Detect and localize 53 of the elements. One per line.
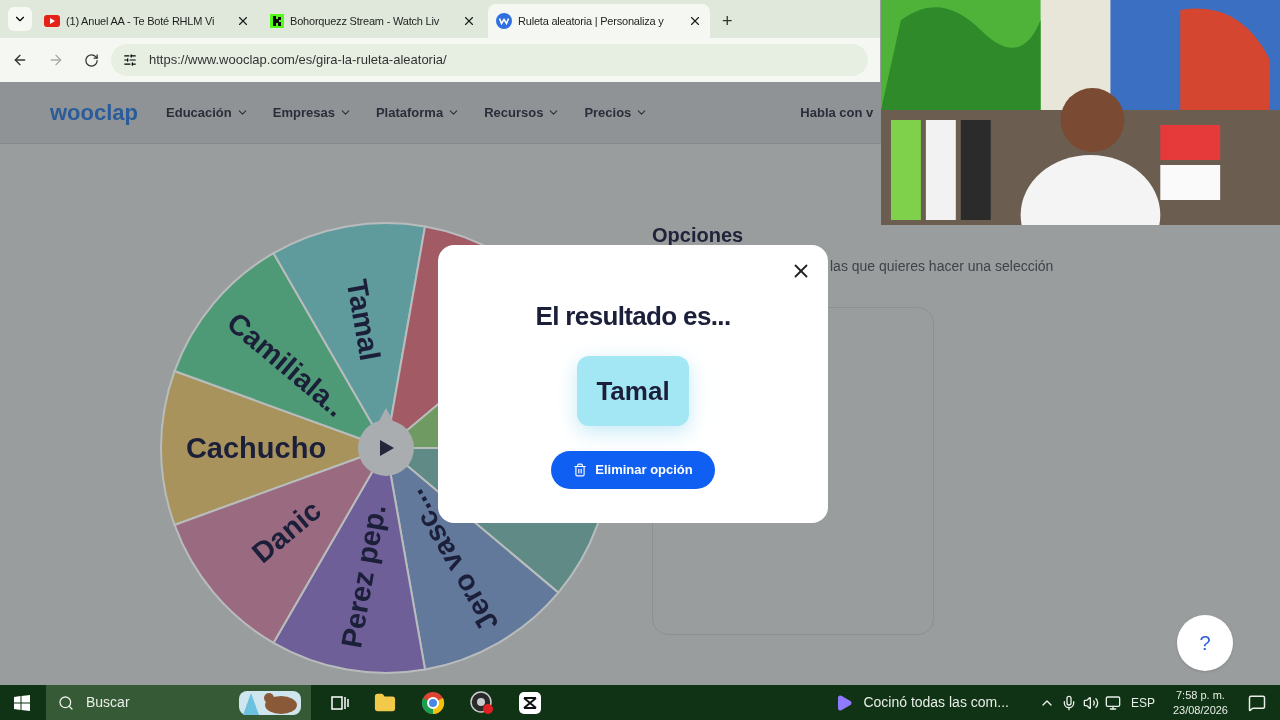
- site-settings-icon[interactable]: [123, 53, 137, 67]
- help-button[interactable]: ?: [1177, 615, 1233, 671]
- network-icon[interactable]: [1104, 694, 1121, 711]
- clock-time[interactable]: 7:58 p. m.: [1176, 687, 1225, 703]
- stream-icon: [270, 14, 284, 28]
- nav-menu[interactable]: Educación: [166, 102, 249, 123]
- volume-icon[interactable]: [1082, 694, 1099, 711]
- notifications-icon[interactable]: [1248, 693, 1266, 712]
- language-indicator[interactable]: ESP: [1130, 693, 1155, 712]
- browser-tab[interactable]: Ruleta aleatoria | Personaliza y: [488, 4, 710, 38]
- search-placeholder: Buscar: [86, 693, 130, 712]
- tab-title: Bohorquezz Stream - Watch Liv: [290, 13, 441, 29]
- browser-icon[interactable]: [421, 690, 445, 715]
- close-icon[interactable]: [236, 14, 250, 28]
- task-view-icon[interactable]: [331, 694, 349, 711]
- reload-icon[interactable]: [84, 52, 99, 68]
- options-title: Opciones: [652, 223, 745, 248]
- media-app-icon[interactable]: [835, 693, 854, 712]
- segment-label: Perez pep.: [335, 501, 392, 651]
- tab-title: (1) Anuel AA - Te Boté RHLM Vi: [66, 13, 216, 29]
- trash-icon: [573, 463, 588, 477]
- url-text: https://www.wooclap.com/es/gira-la-ruleta-aleatoria/: [149, 51, 447, 70]
- browser-tab[interactable]: Bohorquezz Stream - Watch Liv: [262, 4, 484, 38]
- nav-menu[interactable]: Plataforma: [375, 102, 461, 123]
- address-bar[interactable]: https://www.wooclap.com/es/gira-la-ruleta-aleatoria/: [111, 44, 868, 76]
- close-icon[interactable]: [462, 14, 476, 28]
- video-icon: [44, 15, 60, 27]
- windows-icon[interactable]: [14, 694, 30, 711]
- tab-list-button[interactable]: [8, 7, 32, 31]
- nav-link[interactable]: Habla con v: [800, 102, 874, 123]
- tab-title: Ruleta aleatoria | Personaliza y: [518, 13, 665, 29]
- back-icon[interactable]: [12, 52, 28, 68]
- delete-option-button[interactable]: Eliminar opción: [551, 451, 715, 489]
- recorder-icon[interactable]: [470, 690, 494, 715]
- nav-menu[interactable]: Precios: [584, 102, 649, 123]
- clock-date[interactable]: 23/08/2026: [1172, 702, 1228, 718]
- editor-icon[interactable]: [519, 691, 541, 714]
- search-icon: [58, 694, 74, 711]
- notification-text[interactable]: Cocinó todas las com...: [863, 692, 1009, 713]
- taskbar-search[interactable]: Buscar: [46, 685, 311, 720]
- nav-menu[interactable]: Empresas: [272, 102, 352, 123]
- result-chip: Tamal: [577, 356, 689, 426]
- site-icon: [496, 13, 512, 29]
- folder-icon[interactable]: [374, 691, 396, 714]
- new-tab-button[interactable]: +: [714, 4, 741, 38]
- segment-label: Cachucho: [185, 432, 327, 464]
- options-description: las que quieres hacer una selección: [830, 257, 1054, 276]
- close-icon[interactable]: [688, 14, 702, 28]
- spin-button[interactable]: [358, 408, 414, 476]
- nav-menu[interactable]: Recursos: [484, 102, 561, 123]
- segment-label: Tamal: [340, 277, 387, 363]
- browser-tab[interactable]: (1) Anuel AA - Te Boté RHLM Vi: [36, 4, 258, 38]
- dialog-title: El resultado es...: [535, 300, 731, 333]
